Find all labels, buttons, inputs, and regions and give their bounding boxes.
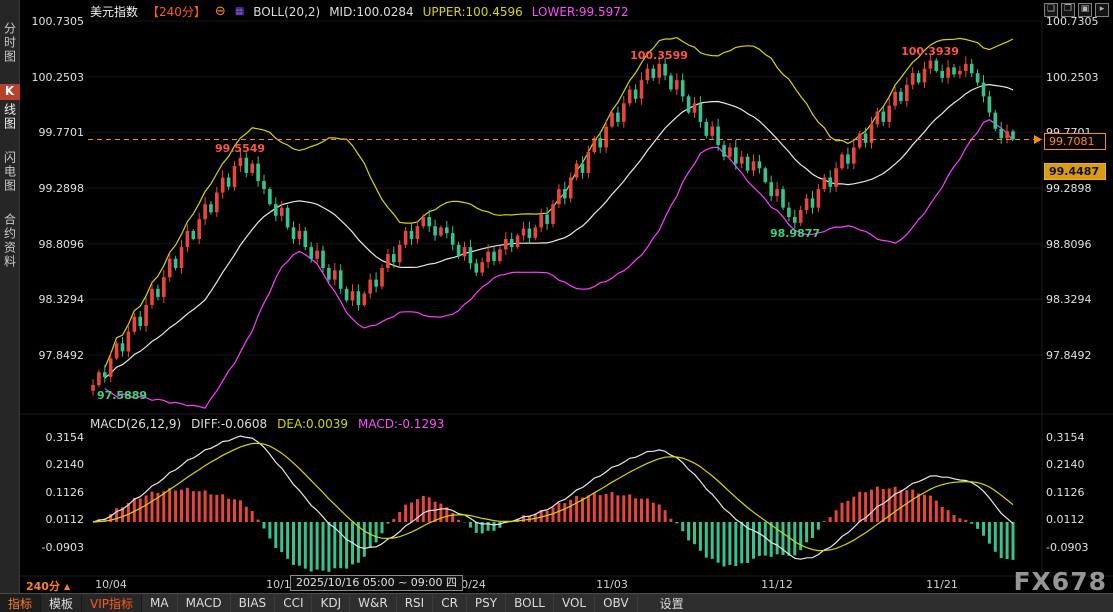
macd-axis-label: 0.0112 [20,513,84,526]
candles-layer [91,54,1015,396]
boll-upper-value: UPPER:100.4596 [423,5,523,19]
indicator-cr-button[interactable]: CR [433,594,467,612]
price-axis-label: 97.8492 [1046,349,1112,362]
indicator-ma-button[interactable]: MA [142,594,178,612]
window-next-icon[interactable]: ▸ [1095,3,1109,17]
boll-indicator-icon: ▦ [235,6,244,17]
window-fullscreen-icon[interactable]: ▣ [1078,3,1092,17]
sidebar-item-contract-info[interactable]: 合约资料 [1,213,19,269]
period-label: 【240分】 [147,3,206,20]
indicator-obv-button[interactable]: OBV [595,594,638,612]
price-axis-label: 100.2503 [20,71,84,84]
macd-axis-label: 0.3154 [1046,431,1112,444]
boll-lower-value: LOWER:99.5972 [532,5,629,19]
bottom-toolbar: 指标 模板 VIP指标 MA MACD BIAS CCI KDJ W&R RSI… [0,593,1113,612]
price-annotation: 100.3599 [630,49,688,62]
macd-axis-label: -0.0903 [1046,541,1112,554]
price-axis-label: 98.3294 [20,293,84,306]
current-price-tag: 99.7081 [1044,133,1106,150]
time-axis-label: 11/21 [926,578,958,591]
tab-templates[interactable]: 模板 [41,594,82,612]
app-window: 分时图 K 线图 闪电图 合约资料 美元指数 【240分】 ⊖ ▦ BOLL(20… [0,0,1113,612]
price-axis-left: 100.7305 100.2503 99.7701 99.2898 98.8096 98.… [20,0,84,612]
indicator-header: 美元指数 【240分】 ⊖ ▦ BOLL(20,2) MID:100.0284 … [90,3,629,20]
time-axis-label: 11/12 [761,578,793,591]
price-axis-label: 98.3294 [1046,293,1112,306]
window-controls: ❏ ❐ ▣ ▸ [1044,3,1109,17]
window-grid-icon[interactable]: ❏ [1044,3,1058,17]
macd-macd-value: MACD:-0.1293 [358,417,444,431]
symbol-name: 美元指数 [90,3,138,20]
period-selector-label: 240分 [26,578,60,594]
macd-name: MACD(26,12,9) [90,417,181,431]
price-axis-label: 100.2503 [1046,71,1112,84]
price-axis-label: 100.7305 [20,15,84,28]
macd-axis-label: 0.0112 [1046,513,1112,526]
indicator-boll-button[interactable]: BOLL [506,594,554,612]
chart-canvas[interactable] [0,0,1113,612]
macd-dea-value: DEA:0.0039 [277,417,348,431]
indicator-wr-button[interactable]: W&R [350,594,397,612]
price-annotation: 97.5889 [97,389,147,402]
macd-header: MACD(26,12,9) DIFF:-0.0608 DEA:0.0039 MA… [90,417,444,431]
window-cascade-icon[interactable]: ❐ [1061,3,1075,17]
collapse-icon[interactable]: ⊖ [215,4,226,19]
sidebar-item-time-chart[interactable]: 分时图 [1,22,19,64]
sidebar-item-kline-label: 线图 [3,103,17,131]
tab-vip-indicators[interactable]: VIP指标 [82,594,142,612]
indicator-rsi-button[interactable]: RSI [397,594,434,612]
price-axis-label: 99.2898 [20,182,84,195]
price-axis-right: 100.7305100.250399.770199.289898.809698.… [1046,0,1112,612]
macd-axis-label: -0.0903 [20,541,84,554]
price-annotation: 100.3939 [901,45,959,58]
macd-axis-label: 0.2140 [1046,458,1112,471]
brand-watermark: FX678 [1013,567,1107,596]
indicator-psy-button[interactable]: PSY [467,594,506,612]
price-annotation: 99.5549 [215,142,265,155]
time-axis-label: 10/04 [95,578,127,591]
price-axis-label: 97.8492 [20,349,84,362]
boll-mid-value: MID:100.0284 [329,5,413,19]
kline-active-badge: K [0,84,20,100]
macd-layer [93,436,1013,572]
indicator-kdj-button[interactable]: KDJ [312,594,350,612]
price-axis-label: 99.2898 [1046,182,1112,195]
indicator-cci-button[interactable]: CCI [275,594,312,612]
price-axis-label: 99.7701 [20,126,84,139]
left-sidebar: 分时图 K 线图 闪电图 合约资料 [0,0,20,593]
price-axis-label: 98.8096 [20,238,84,251]
time-axis-label: 11/03 [596,578,628,591]
macd-axis-label: 0.1126 [20,486,84,499]
tab-indicators[interactable]: 指标 [0,594,41,612]
settings-button[interactable]: 设置 [650,594,694,612]
secondary-price-tag: 99.4487 [1044,163,1106,180]
period-selector[interactable]: 240分 ▲ [26,578,70,594]
sidebar-item-lightning-chart[interactable]: 闪电图 [1,151,19,193]
macd-axis-label: 0.2140 [20,458,84,471]
sidebar-item-kline-chart[interactable]: K 线图 [0,84,20,131]
period-up-arrow-icon: ▲ [64,582,70,591]
indicator-macd-button[interactable]: MACD [178,594,231,612]
boll-name: BOLL(20,2) [253,5,320,19]
price-axis-label: 98.8096 [1046,238,1112,251]
indicator-vol-button[interactable]: VOL [554,594,595,612]
crosshair-time-tooltip: 2025/10/16 05:00 ~ 09:00 四 [290,575,463,591]
bollinger-layer [105,38,1013,409]
macd-axis-label: 0.3154 [20,431,84,444]
macd-axis-label: 0.1126 [1046,486,1112,499]
indicator-bias-button[interactable]: BIAS [231,594,276,612]
macd-diff-value: DIFF:-0.0608 [191,417,267,431]
price-annotation: 98.9877 [770,227,820,240]
